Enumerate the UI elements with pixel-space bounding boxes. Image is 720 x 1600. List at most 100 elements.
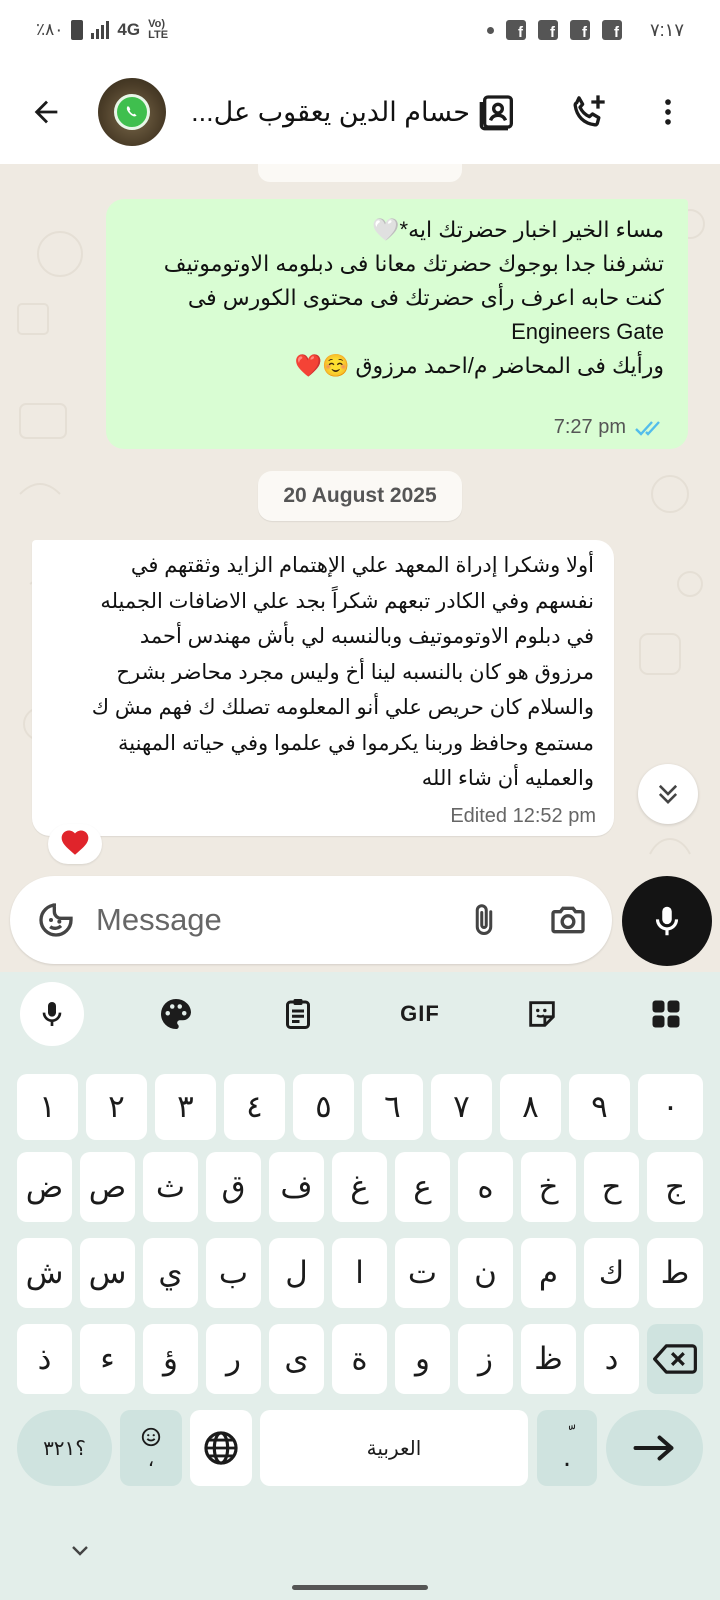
key[interactable]: ٤ (224, 1074, 285, 1140)
apps-grid-icon (652, 1000, 680, 1028)
key[interactable]: د (584, 1324, 639, 1394)
key[interactable]: ٠ (638, 1074, 703, 1140)
contact-card-button[interactable] (476, 90, 520, 134)
punctuation-key[interactable]: ّ . (537, 1410, 597, 1486)
symbols-key[interactable]: ؟٣٢١ (17, 1410, 112, 1486)
key[interactable]: ا (332, 1238, 387, 1308)
attach-button[interactable] (462, 898, 506, 942)
key[interactable]: ٥ (293, 1074, 354, 1140)
key[interactable]: ٦ (362, 1074, 423, 1140)
key[interactable]: غ (332, 1152, 387, 1222)
key[interactable]: ط (647, 1238, 703, 1308)
chat-header: حسام الدين يعقوب عل... (0, 60, 720, 164)
message-line: نفسهم وفي الكادر تبعهم شكراً بجد علي الا… (100, 589, 594, 613)
key[interactable]: ١ (17, 1074, 78, 1140)
microphone-icon (42, 1002, 62, 1026)
camera-button[interactable] (546, 898, 590, 942)
key[interactable]: ب (206, 1238, 261, 1308)
key[interactable]: ظ (521, 1324, 576, 1394)
gesture-nav-handle[interactable] (292, 1585, 428, 1590)
keyboard-voice-button[interactable] (20, 982, 84, 1046)
key[interactable]: ٣ (155, 1074, 216, 1140)
scroll-to-bottom-button[interactable] (638, 764, 698, 824)
key[interactable]: ء (80, 1324, 135, 1394)
key[interactable]: ح (584, 1152, 639, 1222)
key[interactable]: و (395, 1324, 450, 1394)
key[interactable]: ل (269, 1238, 324, 1308)
key[interactable]: ق (206, 1152, 261, 1222)
camera-icon (551, 906, 585, 934)
key[interactable]: ع (395, 1152, 450, 1222)
key[interactable]: ك (584, 1238, 639, 1308)
chat-area[interactable]: مساء الخير اخبار حضرتك ايه*🤍 تشرفنا جدا … (0, 164, 720, 972)
period-label: . (562, 1442, 572, 1473)
key[interactable]: س (80, 1238, 135, 1308)
key[interactable]: م (521, 1238, 576, 1308)
gif-label: GIF (400, 1001, 440, 1026)
signal-icon (91, 21, 110, 39)
key[interactable]: ز (458, 1324, 513, 1394)
key[interactable]: ٢ (86, 1074, 147, 1140)
key[interactable]: ذ (17, 1324, 72, 1394)
keyboard-theme-button[interactable] (144, 982, 208, 1046)
key[interactable]: ث (143, 1152, 198, 1222)
key[interactable]: ص (80, 1152, 135, 1222)
incoming-message[interactable]: أولا وشكرا إدراة المعهد علي الإهتمام الز… (32, 540, 614, 836)
language-key[interactable] (190, 1410, 252, 1486)
reaction-badge[interactable] (48, 824, 102, 864)
message-composer (10, 876, 612, 964)
message-line: ورأيك فى المحاضر م/احمد مرزوق ☺️❤️ (294, 353, 664, 378)
outgoing-message[interactable]: مساء الخير اخبار حضرتك ايه*🤍 تشرفنا جدا … (106, 199, 688, 449)
phone-add-icon (573, 95, 605, 127)
key[interactable]: ض (17, 1152, 72, 1222)
notification-dot-icon (486, 26, 494, 34)
message-line: كنت حابه اعرف رأى حضرتك فى محتوى الكورس … (187, 285, 664, 310)
avatar[interactable] (98, 78, 166, 146)
key[interactable]: ر (206, 1324, 261, 1394)
more-options-button[interactable] (646, 90, 690, 134)
network-type: 4G (117, 20, 141, 39)
arrow-back-icon (34, 100, 58, 124)
key[interactable]: ش (17, 1238, 72, 1308)
message-line: Engineers Gate (511, 319, 664, 344)
keyboard-gif-button[interactable]: GIF (388, 982, 452, 1046)
keyboard-clipboard-button[interactable] (266, 982, 330, 1046)
message-line: والسلام كان حريص علي أنو المعلومه تصلك ك… (91, 696, 594, 719)
key[interactable]: ى (269, 1324, 324, 1394)
key[interactable]: ؤ (143, 1324, 198, 1394)
sticker-button[interactable] (34, 898, 78, 942)
enter-key[interactable] (606, 1410, 703, 1486)
back-button[interactable] (24, 90, 68, 134)
key[interactable]: ج (647, 1152, 703, 1222)
space-key[interactable]: العربية (260, 1410, 528, 1486)
key[interactable]: ن (458, 1238, 513, 1308)
key[interactable]: خ (521, 1152, 576, 1222)
emoji-key[interactable]: ، (120, 1410, 182, 1486)
keyboard-menu-button[interactable] (634, 982, 698, 1046)
keyboard-sticker-button[interactable] (510, 982, 574, 1046)
message-meta: 7:27 pm (554, 416, 666, 439)
contact-name[interactable]: حسام الدين يعقوب عل... (185, 90, 470, 134)
backspace-key[interactable] (647, 1324, 703, 1394)
add-call-button[interactable] (566, 90, 610, 134)
message-line: والعمليه أن شاء الله (421, 767, 594, 790)
key[interactable]: ف (269, 1152, 324, 1222)
key[interactable]: ٧ (431, 1074, 492, 1140)
sticker-icon (529, 1001, 555, 1027)
globe-icon (204, 1431, 238, 1465)
key[interactable]: ي (143, 1238, 198, 1308)
voice-record-button[interactable] (622, 876, 712, 966)
backspace-icon (653, 1344, 697, 1374)
clock: ٧:١٧ (649, 19, 684, 40)
key[interactable]: ه (458, 1152, 513, 1222)
whatsapp-logo-icon (114, 94, 150, 130)
hide-keyboard-button[interactable] (68, 1538, 92, 1562)
key[interactable]: ة (332, 1324, 387, 1394)
message-input[interactable] (96, 898, 416, 942)
key[interactable]: ت (395, 1238, 450, 1308)
key[interactable]: ٩ (569, 1074, 630, 1140)
key[interactable]: ٨ (500, 1074, 561, 1140)
message-time: 7:27 pm (553, 416, 626, 438)
message-line: مستمع وحافظ وربنا يكرموا في علموا وفي حي… (118, 731, 594, 755)
facebook-icon: f (601, 20, 622, 40)
